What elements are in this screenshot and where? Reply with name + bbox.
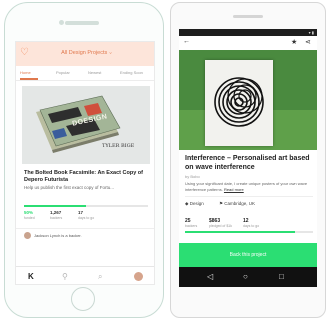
back-arrow-icon[interactable]: ← xyxy=(183,38,190,45)
project-description: Using your significant date, I create un… xyxy=(185,181,313,192)
category-tag[interactable]: ◆ Design xyxy=(185,201,204,207)
divider xyxy=(185,196,313,197)
backers-value: 1,267 xyxy=(50,210,62,215)
pledged-label: pledged of $1k xyxy=(209,224,232,228)
android-nav-bar: ◁ ○ □ xyxy=(179,267,317,287)
backers-label: backers xyxy=(185,224,198,228)
description-text: Using your significant date, I create un… xyxy=(185,181,308,192)
days-label: days to go xyxy=(78,216,95,220)
tab-popular[interactable]: Popular xyxy=(56,70,70,75)
status-icons: ▾ ▮ xyxy=(308,30,314,35)
tab-newest[interactable]: Newest xyxy=(88,70,101,75)
back-this-project-button[interactable]: Back this project xyxy=(179,243,317,267)
earpiece-speaker xyxy=(65,21,99,25)
ios-tab-bar: K ⚲ ⌕ xyxy=(16,266,154,284)
project-description: Help us publish the first exact copy of … xyxy=(24,185,115,190)
share-icon[interactable]: ⋖ xyxy=(305,38,311,46)
tab-home[interactable]: Home xyxy=(20,70,31,75)
days-label: days to go xyxy=(243,224,260,228)
recents-square-icon[interactable]: □ xyxy=(279,272,284,281)
backers-label: backers xyxy=(50,216,63,220)
rocket-icon[interactable]: ⚲ xyxy=(62,272,68,281)
cover-caption: TYLER BIGE xyxy=(102,143,135,149)
ios-nav-bar: ♡ All Design Projects› xyxy=(16,42,154,66)
home-circle-icon[interactable]: ○ xyxy=(243,272,248,281)
location-tag-label: Cambridge, UK xyxy=(224,201,256,206)
project-hero-image[interactable] xyxy=(179,50,317,150)
front-camera xyxy=(59,20,64,25)
iphone-device: ♡ All Design Projects› Home Popular Newe… xyxy=(4,2,164,318)
backer-text: Jackson Lynch is a backer. xyxy=(34,233,82,238)
funded-label: funded xyxy=(24,216,35,220)
funding-progress-fill xyxy=(24,205,86,207)
avatar xyxy=(24,232,31,239)
project-image[interactable]: DOESIGN TYLER BIGE xyxy=(22,86,150,164)
category-tag-label: Design xyxy=(189,201,204,206)
android-device: ▾ ▮ ← ★ ⋖ Interference – Personalised ar… xyxy=(170,2,326,318)
category-selector[interactable]: All Design Projects› xyxy=(36,50,136,56)
status-bar: ▾ ▮ xyxy=(179,29,317,36)
back-triangle-icon[interactable]: ◁ xyxy=(207,272,213,281)
framed-poster xyxy=(205,60,273,146)
star-icon[interactable]: ★ xyxy=(291,38,297,46)
days-value: 17 xyxy=(78,210,84,215)
ios-tab-strip: Home Popular Newest Ending Soon xyxy=(16,66,154,81)
friend-backer-row[interactable]: Jackson Lynch is a backer. xyxy=(16,228,154,243)
category-title: All Design Projects xyxy=(61,50,108,56)
android-app-screen: ▾ ▮ ← ★ ⋖ Interference – Personalised ar… xyxy=(179,29,317,287)
chevron-down-icon: › xyxy=(107,52,114,54)
project-title[interactable]: Interference – Personalised art based on… xyxy=(185,155,313,172)
android-app-bar: ← ★ ⋖ xyxy=(179,36,317,51)
search-icon[interactable]: ⌕ xyxy=(98,272,102,282)
bolted-book-illustration xyxy=(22,86,150,164)
earpiece-speaker xyxy=(233,15,263,18)
kickstarter-logo-icon[interactable]: K xyxy=(28,272,34,281)
ios-app-screen: ♡ All Design Projects› Home Popular Newe… xyxy=(15,41,155,285)
read-more-link[interactable]: Read more xyxy=(224,187,244,192)
wave-interference-artwork xyxy=(205,60,273,146)
tab-ending-soon[interactable]: Ending Soon xyxy=(120,70,143,75)
creator-name[interactable]: by Bobo xyxy=(185,174,200,179)
home-button[interactable] xyxy=(71,287,95,311)
profile-avatar-icon[interactable] xyxy=(134,272,143,281)
funded-value: 50% xyxy=(24,210,34,215)
heart-icon[interactable]: ♡ xyxy=(20,47,29,58)
location-tag[interactable]: ⚑ Cambridge, UK xyxy=(219,201,255,207)
project-title[interactable]: The Bolted Book Facsimile: An Exact Copy… xyxy=(24,170,148,184)
active-tab-indicator xyxy=(20,78,38,80)
funding-progress-fill xyxy=(185,231,296,233)
